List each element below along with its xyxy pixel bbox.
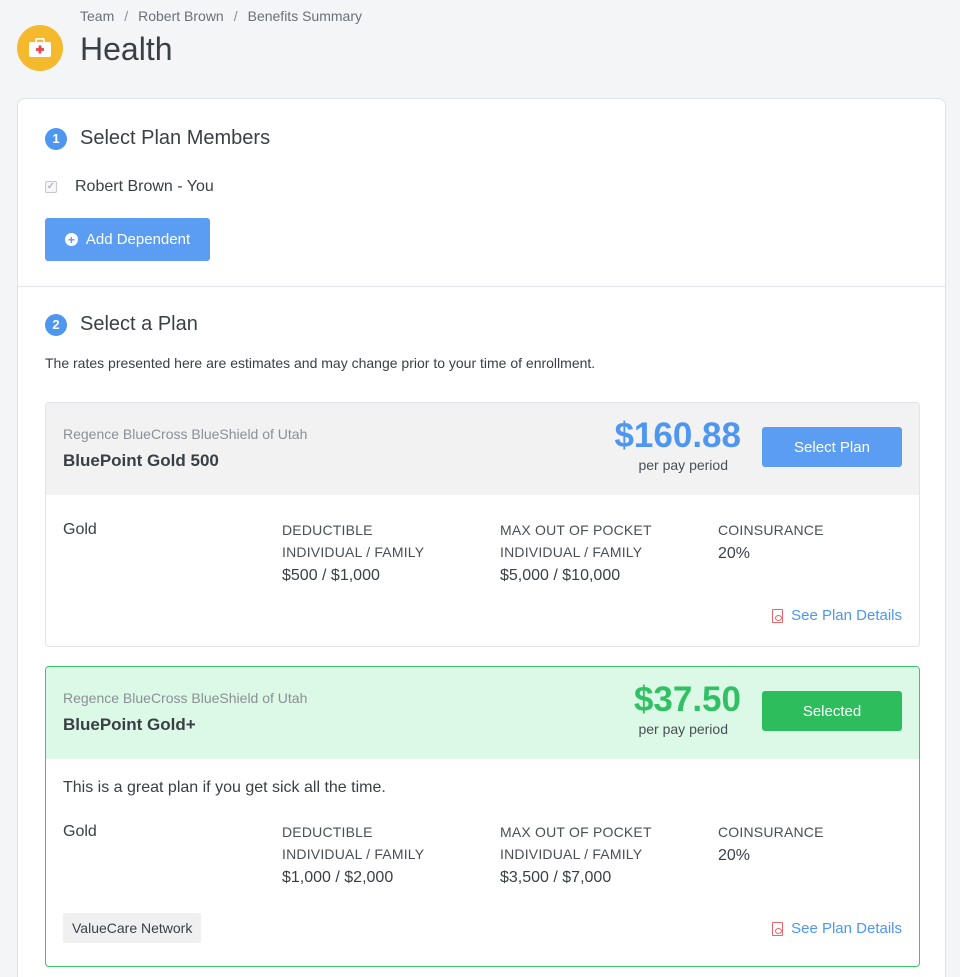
- pdf-icon: [772, 608, 784, 623]
- plan-name: BluePoint Gold+: [63, 715, 196, 734]
- coinsurance-column: COINSURANCE 20%: [718, 821, 824, 867]
- plus-circle-icon: +: [64, 233, 78, 246]
- step-2-heading: 2 Select a Plan: [45, 313, 198, 336]
- step-title: Select a Plan: [80, 313, 198, 335]
- benefits-card: 1 Select Plan Members ✓ Robert Brown - Y…: [17, 98, 946, 977]
- add-dependent-label: Add Dependent: [85, 231, 191, 248]
- plan-header: Regence BlueCross BlueShield of Utah Blu…: [46, 667, 919, 759]
- plan-card: Regence BlueCross BlueShield of Utah Blu…: [45, 402, 920, 647]
- plan-price: $37.50: [633, 680, 741, 719]
- network-badge: ValueCare Network: [63, 913, 202, 943]
- medical-kit-icon: [17, 25, 63, 71]
- member-name: Robert Brown - You: [75, 178, 214, 195]
- step-1-heading: 1 Select Plan Members: [45, 127, 270, 150]
- coinsurance-column: COINSURANCE 20%: [718, 519, 824, 565]
- section-plan-members: 1 Select Plan Members ✓ Robert Brown - Y…: [18, 99, 945, 287]
- deductible-column: DEDUCTIBLE INDIVIDUAL / FAMILY $500 / $1…: [282, 519, 424, 587]
- oop-column: MAX OUT OF POCKET INDIVIDUAL / FAMILY $3…: [500, 821, 652, 889]
- plan-price: $160.88: [614, 416, 741, 455]
- deductible-value: $1,000 / $2,000: [282, 869, 394, 886]
- oop-sublabel: INDIVIDUAL / FAMILY: [500, 846, 643, 862]
- deductible-sublabel: INDIVIDUAL / FAMILY: [282, 544, 425, 560]
- pdf-icon: [772, 921, 784, 936]
- deductible-label: DEDUCTIBLE: [282, 824, 373, 840]
- member-row: ✓ Robert Brown - You: [45, 178, 214, 196]
- add-dependent-button[interactable]: + Add Dependent: [45, 218, 210, 261]
- coinsurance-label: COINSURANCE: [718, 824, 824, 840]
- breadcrumb-item-team[interactable]: Team: [80, 8, 114, 24]
- oop-value: $5,000 / $10,000: [500, 567, 621, 584]
- plan-carrier: Regence BlueCross BlueShield of Utah: [63, 426, 308, 442]
- deductible-column: DEDUCTIBLE INDIVIDUAL / FAMILY $1,000 / …: [282, 821, 424, 889]
- oop-value: $3,500 / $7,000: [500, 869, 612, 886]
- coinsurance-label: COINSURANCE: [718, 522, 824, 538]
- step-number-badge: 2: [45, 313, 67, 336]
- member-checkbox[interactable]: ✓: [45, 181, 57, 193]
- step-title: Select Plan Members: [80, 127, 271, 149]
- plan-carrier: Regence BlueCross BlueShield of Utah: [63, 690, 308, 706]
- plan-tier: Gold: [63, 521, 97, 538]
- plan-price-period: per pay period: [638, 457, 728, 473]
- rates-disclaimer: The rates presented here are estimates a…: [45, 355, 596, 371]
- breadcrumb-item-employee[interactable]: Robert Brown: [138, 8, 224, 24]
- see-plan-details-label: See Plan Details: [791, 607, 902, 624]
- step-number-badge: 1: [45, 127, 67, 150]
- breadcrumb-separator: /: [233, 8, 238, 24]
- coinsurance-value: 20%: [718, 545, 751, 562]
- oop-label: MAX OUT OF POCKET: [500, 824, 652, 840]
- plan-card-selected: Regence BlueCross BlueShield of Utah Blu…: [45, 666, 920, 967]
- plan-name: BluePoint Gold 500: [63, 451, 219, 470]
- oop-label: MAX OUT OF POCKET: [500, 522, 652, 538]
- deductible-label: DEDUCTIBLE: [282, 522, 373, 538]
- deductible-value: $500 / $1,000: [282, 567, 380, 584]
- oop-sublabel: INDIVIDUAL / FAMILY: [500, 544, 643, 560]
- selected-plan-button[interactable]: Selected: [762, 691, 902, 731]
- breadcrumb: Team / Robert Brown / Benefits Summary: [80, 8, 362, 24]
- see-plan-details-link[interactable]: See Plan Details: [772, 920, 902, 937]
- select-plan-button[interactable]: Select Plan: [762, 427, 902, 467]
- page-title: Health: [80, 31, 173, 67]
- plan-header: Regence BlueCross BlueShield of Utah Blu…: [46, 403, 919, 495]
- plan-description: This is a great plan if you get sick all…: [63, 779, 386, 796]
- see-plan-details-link[interactable]: See Plan Details: [772, 607, 902, 624]
- oop-column: MAX OUT OF POCKET INDIVIDUAL / FAMILY $5…: [500, 519, 652, 587]
- deductible-sublabel: INDIVIDUAL / FAMILY: [282, 846, 425, 862]
- breadcrumb-separator: /: [124, 8, 129, 24]
- plan-price-period: per pay period: [638, 721, 728, 737]
- see-plan-details-label: See Plan Details: [791, 920, 902, 937]
- coinsurance-value: 20%: [718, 847, 751, 864]
- plan-tier: Gold: [63, 823, 97, 840]
- breadcrumb-item-benefits[interactable]: Benefits Summary: [248, 8, 362, 24]
